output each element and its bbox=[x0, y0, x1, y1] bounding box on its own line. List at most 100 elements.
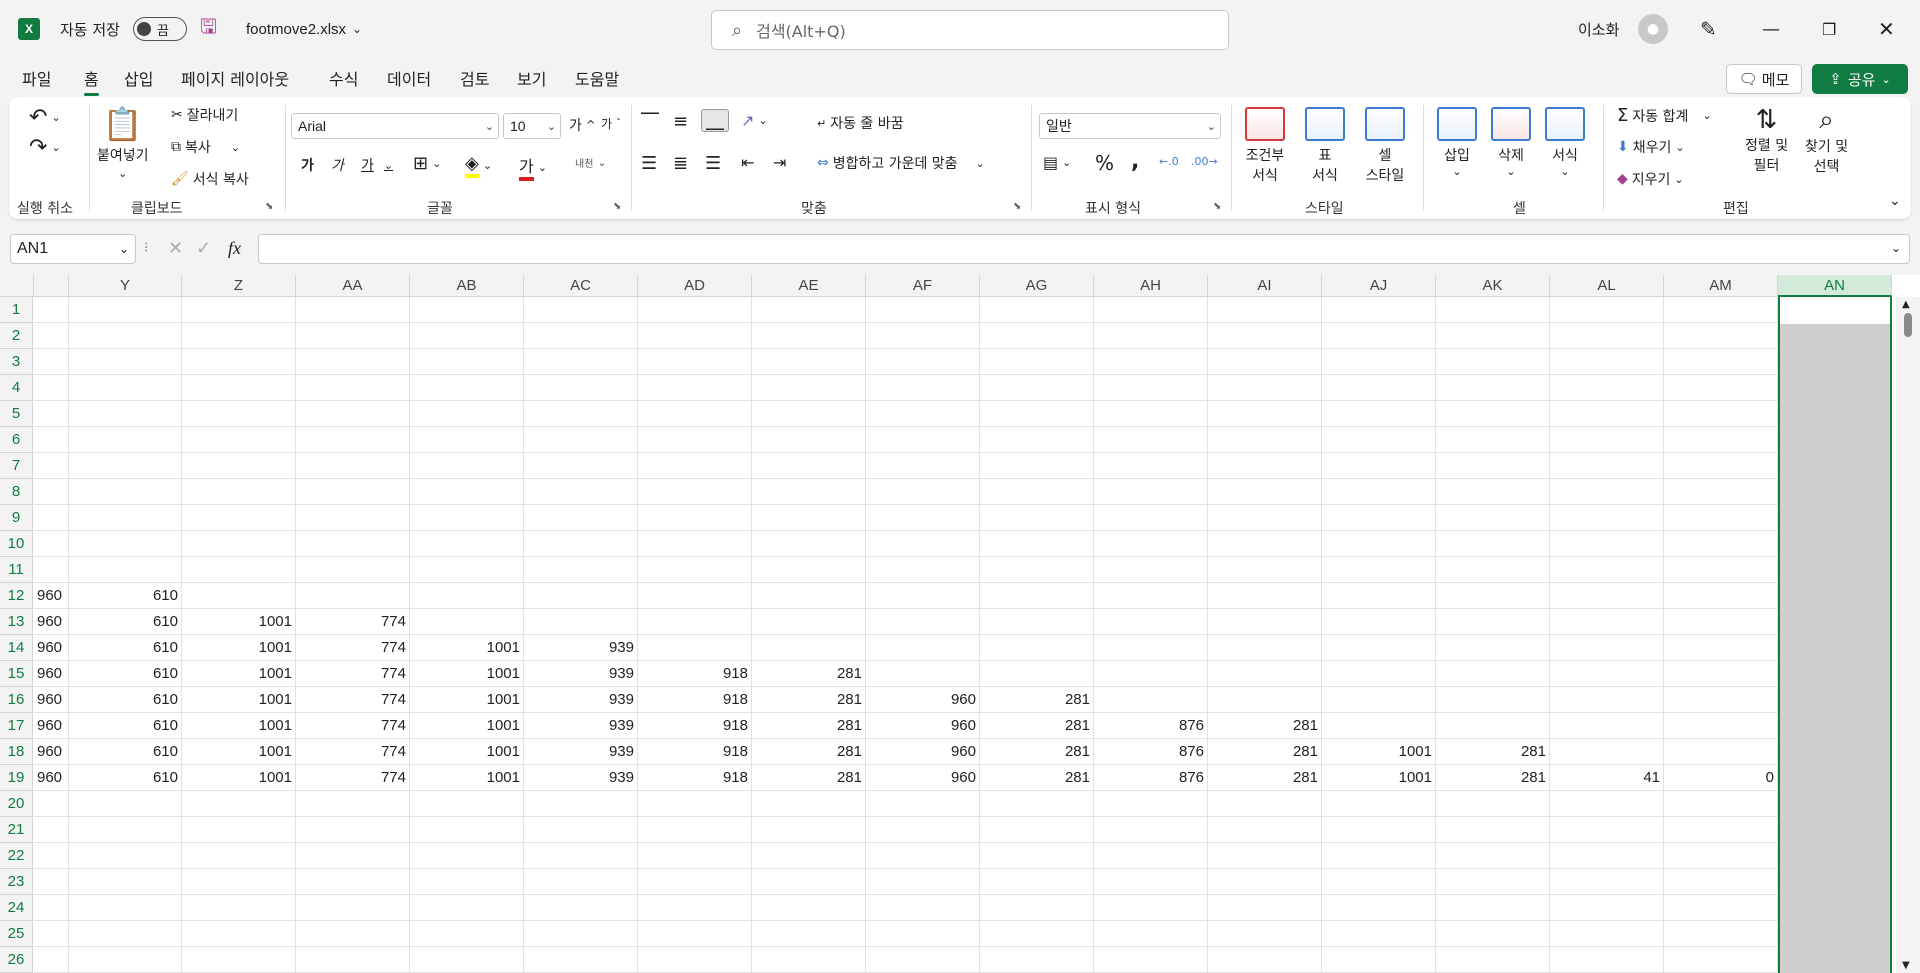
cell[interactable] bbox=[638, 531, 752, 557]
cell[interactable]: 281 bbox=[1208, 765, 1322, 791]
cell[interactable] bbox=[1094, 817, 1208, 843]
cancel-icon[interactable]: ✕ bbox=[168, 238, 183, 259]
cell[interactable]: 610 bbox=[69, 713, 182, 739]
dialog-launcher-icon[interactable]: ⬊ bbox=[1013, 201, 1021, 212]
cell[interactable] bbox=[866, 609, 980, 635]
scroll-up-icon[interactable]: ▲ bbox=[1902, 299, 1910, 310]
cell[interactable] bbox=[1550, 505, 1664, 531]
row-header[interactable]: 9 bbox=[0, 505, 33, 531]
cell[interactable]: 41 bbox=[1550, 765, 1664, 791]
cell[interactable]: 1001 bbox=[410, 687, 524, 713]
menu-help[interactable]: 도움말 bbox=[575, 66, 619, 90]
cell[interactable] bbox=[752, 921, 866, 947]
cell[interactable] bbox=[1094, 557, 1208, 583]
cell[interactable] bbox=[752, 583, 866, 609]
column-header-z[interactable]: Z bbox=[182, 275, 296, 297]
cell[interactable]: 960 bbox=[34, 687, 69, 713]
cell[interactable]: 1001 bbox=[182, 765, 296, 791]
column-header-ai[interactable]: AI bbox=[1208, 275, 1322, 297]
cell[interactable] bbox=[1322, 427, 1436, 453]
cell[interactable] bbox=[182, 843, 296, 869]
cell[interactable] bbox=[1550, 739, 1664, 765]
cell[interactable] bbox=[980, 791, 1094, 817]
cell[interactable] bbox=[752, 635, 866, 661]
cell[interactable] bbox=[866, 427, 980, 453]
cell[interactable] bbox=[34, 297, 69, 323]
cell[interactable] bbox=[1094, 531, 1208, 557]
underline-button[interactable]: 가 ⌄ bbox=[361, 155, 393, 175]
cell[interactable] bbox=[1436, 895, 1550, 921]
cell[interactable] bbox=[69, 557, 182, 583]
cell[interactable] bbox=[980, 583, 1094, 609]
cell[interactable] bbox=[410, 895, 524, 921]
cell[interactable] bbox=[296, 453, 410, 479]
cell[interactable] bbox=[410, 947, 524, 973]
cell[interactable] bbox=[182, 869, 296, 895]
cell[interactable] bbox=[638, 427, 752, 453]
cell[interactable] bbox=[69, 323, 182, 349]
cell[interactable] bbox=[980, 427, 1094, 453]
cell[interactable] bbox=[34, 531, 69, 557]
cell[interactable] bbox=[1664, 479, 1778, 505]
cell[interactable] bbox=[1322, 375, 1436, 401]
font-color-button[interactable]: 가 ⌄ bbox=[519, 153, 547, 181]
cell[interactable] bbox=[866, 843, 980, 869]
row-header[interactable]: 17 bbox=[0, 713, 33, 739]
cell[interactable] bbox=[1208, 895, 1322, 921]
column-header-aj[interactable]: AJ bbox=[1322, 275, 1436, 297]
cell[interactable] bbox=[638, 349, 752, 375]
cell[interactable] bbox=[980, 297, 1094, 323]
cell[interactable] bbox=[1664, 349, 1778, 375]
cell[interactable]: 1001 bbox=[182, 609, 296, 635]
align-middle-button[interactable]: ≡ bbox=[673, 111, 688, 132]
cell[interactable] bbox=[1664, 401, 1778, 427]
cell[interactable] bbox=[866, 531, 980, 557]
cell[interactable] bbox=[524, 505, 638, 531]
cell[interactable] bbox=[34, 427, 69, 453]
row-header[interactable]: 23 bbox=[0, 869, 33, 895]
cell[interactable] bbox=[69, 401, 182, 427]
cell[interactable] bbox=[980, 609, 1094, 635]
cell[interactable] bbox=[1094, 791, 1208, 817]
save-icon[interactable]: 🖫 bbox=[200, 0, 217, 58]
cell[interactable] bbox=[1436, 869, 1550, 895]
cell[interactable] bbox=[34, 479, 69, 505]
cell[interactable]: 960 bbox=[866, 713, 980, 739]
cell[interactable] bbox=[296, 323, 410, 349]
more-options-icon[interactable]: ⁝ bbox=[144, 240, 148, 256]
cell[interactable]: 610 bbox=[69, 661, 182, 687]
cell[interactable] bbox=[34, 869, 69, 895]
cell[interactable] bbox=[182, 479, 296, 505]
cell[interactable] bbox=[1436, 349, 1550, 375]
cell[interactable]: 876 bbox=[1094, 713, 1208, 739]
menu-page-layout[interactable]: 페이지 레이아웃 bbox=[181, 66, 289, 90]
cell[interactable] bbox=[1208, 453, 1322, 479]
cell[interactable]: 281 bbox=[1208, 713, 1322, 739]
row-header[interactable]: 26 bbox=[0, 947, 33, 973]
cell[interactable] bbox=[69, 453, 182, 479]
column-header-ak[interactable]: AK bbox=[1436, 275, 1550, 297]
cell[interactable] bbox=[1322, 349, 1436, 375]
cell[interactable]: 0 bbox=[1664, 765, 1778, 791]
cell[interactable] bbox=[69, 843, 182, 869]
cell[interactable]: 876 bbox=[1094, 765, 1208, 791]
cell[interactable]: 774 bbox=[296, 713, 410, 739]
cell[interactable] bbox=[638, 791, 752, 817]
cell[interactable] bbox=[1208, 349, 1322, 375]
cell[interactable]: 960 bbox=[866, 739, 980, 765]
cell[interactable] bbox=[1094, 947, 1208, 973]
cell[interactable] bbox=[866, 375, 980, 401]
cell[interactable] bbox=[524, 297, 638, 323]
cell[interactable] bbox=[638, 557, 752, 583]
insert-cells-button[interactable]: 삽입 ⌄ bbox=[1433, 107, 1481, 178]
row-header[interactable]: 19 bbox=[0, 765, 33, 791]
cell[interactable] bbox=[296, 531, 410, 557]
cell[interactable] bbox=[866, 661, 980, 687]
cell[interactable] bbox=[69, 297, 182, 323]
decrease-font-button[interactable]: 가ˇ bbox=[601, 115, 621, 132]
cell[interactable] bbox=[1208, 297, 1322, 323]
cell[interactable] bbox=[638, 401, 752, 427]
cell[interactable] bbox=[980, 349, 1094, 375]
cell[interactable] bbox=[524, 895, 638, 921]
cell[interactable] bbox=[524, 401, 638, 427]
